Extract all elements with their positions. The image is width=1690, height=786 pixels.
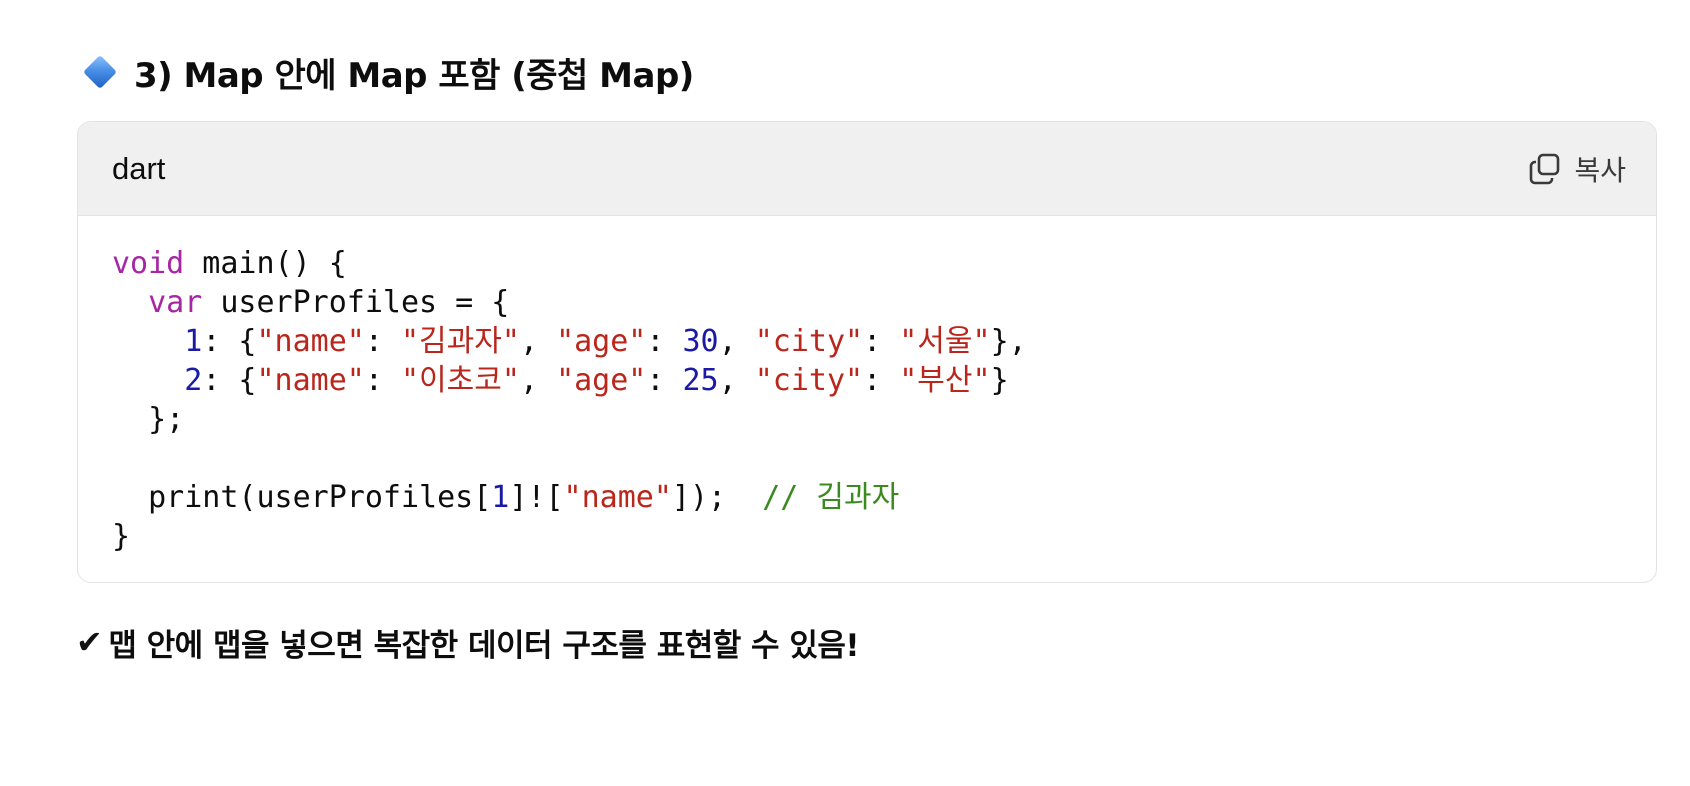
code-content: void main() { var userProfiles = { 1: {"… [78, 216, 1656, 556]
code-token: "age" [556, 324, 647, 359]
code-token: var [148, 285, 203, 320]
code-token: 25 [682, 363, 719, 398]
section-heading: 3) Map 안에 Map 포함 (중첩 Map) [83, 44, 694, 100]
code-token: : { [202, 363, 257, 398]
code-token: // 김과자 [762, 480, 900, 515]
check-mark-icon: ✔ [76, 623, 103, 661]
code-token: , [718, 324, 755, 359]
code-block-header: dart 복사 [78, 122, 1656, 216]
code-token: 2 [184, 363, 203, 398]
code-token: "김과자" [401, 324, 520, 359]
code-token: print(userProfiles[ [112, 480, 492, 515]
blue-diamond-icon [83, 55, 117, 89]
code-token: , [718, 363, 755, 398]
code-token: } [990, 363, 1009, 398]
code-token: : [863, 324, 900, 359]
code-token: : { [202, 324, 257, 359]
copy-button-label: 복사 [1574, 153, 1626, 187]
code-token: "이초코" [401, 363, 520, 398]
code-line: } [112, 517, 1622, 556]
code-token: , [519, 363, 557, 398]
code-token: ]![ [509, 480, 564, 515]
code-token: ]); [671, 480, 763, 515]
copy-icon [1528, 152, 1562, 186]
code-token: : [863, 363, 900, 398]
code-token: "age" [556, 363, 647, 398]
code-block: dart 복사 void main() { var userProfiles =… [77, 121, 1657, 583]
code-token: "city" [754, 324, 864, 359]
code-token: : [364, 363, 401, 398]
code-token: main() { [184, 246, 347, 281]
code-line: 1: {"name": "김과자", "age": 30, "city": "서… [112, 322, 1622, 361]
code-token: "city" [754, 363, 864, 398]
section-heading-text: 3) Map 안에 Map 포함 (중첩 Map) [134, 55, 694, 96]
code-token: }; [112, 402, 185, 437]
code-token: userProfiles = { [202, 285, 510, 320]
code-line: 2: {"name": "이초코", "age": 25, "city": "부… [112, 361, 1622, 400]
code-token: 1 [184, 324, 203, 359]
copy-button[interactable]: 복사 [1528, 149, 1626, 189]
summary-note-text: 맵 안에 맵을 넣으면 복잡한 데이터 구조를 표현할 수 있음! [108, 627, 860, 664]
summary-note: ✔ 맵 안에 맵을 넣으면 복잡한 데이터 구조를 표현할 수 있음! [76, 614, 860, 670]
code-line: }; [112, 400, 1622, 439]
code-line: print(userProfiles[1]!["name"]); // 김과자 [112, 478, 1622, 517]
code-token: "서울" [899, 324, 991, 359]
code-token: "name" [256, 363, 365, 398]
code-token: "name" [256, 324, 365, 359]
code-line: void main() { [112, 244, 1622, 283]
code-token: void [112, 246, 185, 281]
code-token: : [646, 324, 683, 359]
code-line: var userProfiles = { [112, 283, 1622, 322]
code-token: "부산" [899, 363, 991, 398]
code-token: }, [990, 324, 1027, 359]
code-token: 1 [491, 480, 510, 515]
code-token: "name" [563, 480, 672, 515]
code-token: , [519, 324, 557, 359]
code-token: 30 [682, 324, 719, 359]
code-token: : [364, 324, 401, 359]
code-token: } [112, 519, 131, 554]
code-language-label: dart [112, 150, 166, 186]
code-token: : [646, 363, 683, 398]
